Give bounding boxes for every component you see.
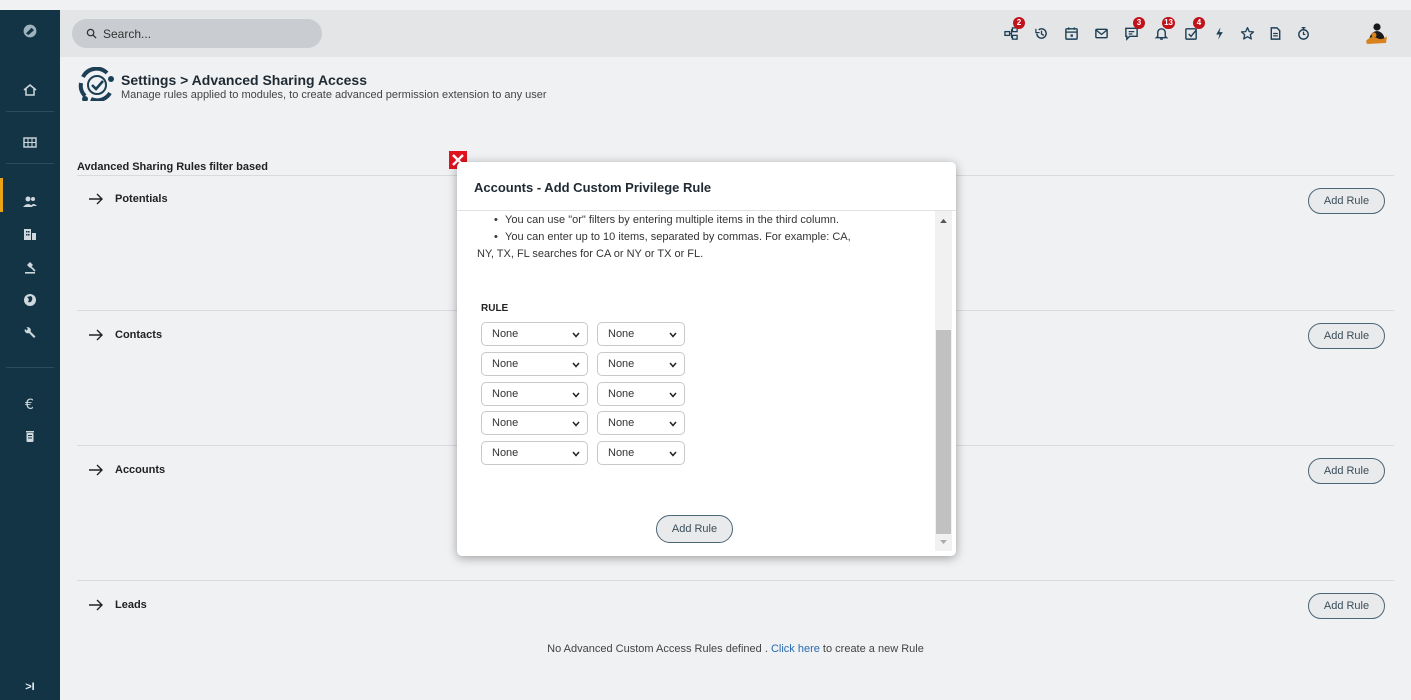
rule-instructions: You can use "or" filters by entering mul… (477, 212, 917, 263)
instruction-line: NY, TX, FL searches for CA or NY or TX o… (477, 248, 704, 260)
rule-field-select[interactable]: None (481, 382, 588, 406)
rule-label: RULE (481, 303, 509, 314)
select-value: None (608, 447, 635, 459)
scroll-down-icon[interactable] (935, 536, 952, 548)
select-value: None (608, 388, 635, 400)
select-value: None (608, 358, 635, 370)
chevron-down-icon (669, 421, 677, 427)
chevron-down-icon (669, 451, 677, 457)
select-value: None (492, 328, 519, 340)
modal-overlay: Accounts - Add Custom Privilege Rule You… (0, 0, 1411, 700)
chevron-down-icon (572, 392, 580, 398)
rule-operator-select[interactable]: None (597, 411, 685, 435)
rule-operator-select[interactable]: None (597, 352, 685, 376)
rule-operator-select[interactable]: None (597, 322, 685, 346)
scroll-up-icon[interactable] (935, 214, 952, 226)
chevron-down-icon (572, 332, 580, 338)
select-value: None (608, 328, 635, 340)
scrollbar-thumb[interactable] (936, 330, 951, 534)
rule-operator-select[interactable]: None (597, 441, 685, 465)
rule-field-select[interactable]: None (481, 352, 588, 376)
chevron-down-icon (572, 451, 580, 457)
select-value: None (492, 417, 519, 429)
select-value: None (492, 388, 519, 400)
instruction-line: You can enter up to 10 items, separated … (477, 229, 917, 246)
chevron-down-icon (669, 362, 677, 368)
dialog-body: You can use "or" filters by entering mul… (457, 211, 935, 556)
select-value: None (492, 447, 519, 459)
instruction-line: You can use "or" filters by entering mul… (477, 212, 917, 229)
select-value: None (492, 358, 519, 370)
dialog-title: Accounts - Add Custom Privilege Rule (474, 180, 712, 195)
add-rule-dialog: Accounts - Add Custom Privilege Rule You… (457, 162, 956, 556)
chevron-down-icon (669, 332, 677, 338)
dialog-add-rule-button[interactable]: Add Rule (656, 515, 733, 543)
select-value: None (608, 417, 635, 429)
chevron-down-icon (572, 362, 580, 368)
rule-field-select[interactable]: None (481, 441, 588, 465)
rule-field-select[interactable]: None (481, 411, 588, 435)
chevron-down-icon (572, 421, 580, 427)
rule-field-select[interactable]: None (481, 322, 588, 346)
chevron-down-icon (669, 392, 677, 398)
rule-operator-select[interactable]: None (597, 382, 685, 406)
